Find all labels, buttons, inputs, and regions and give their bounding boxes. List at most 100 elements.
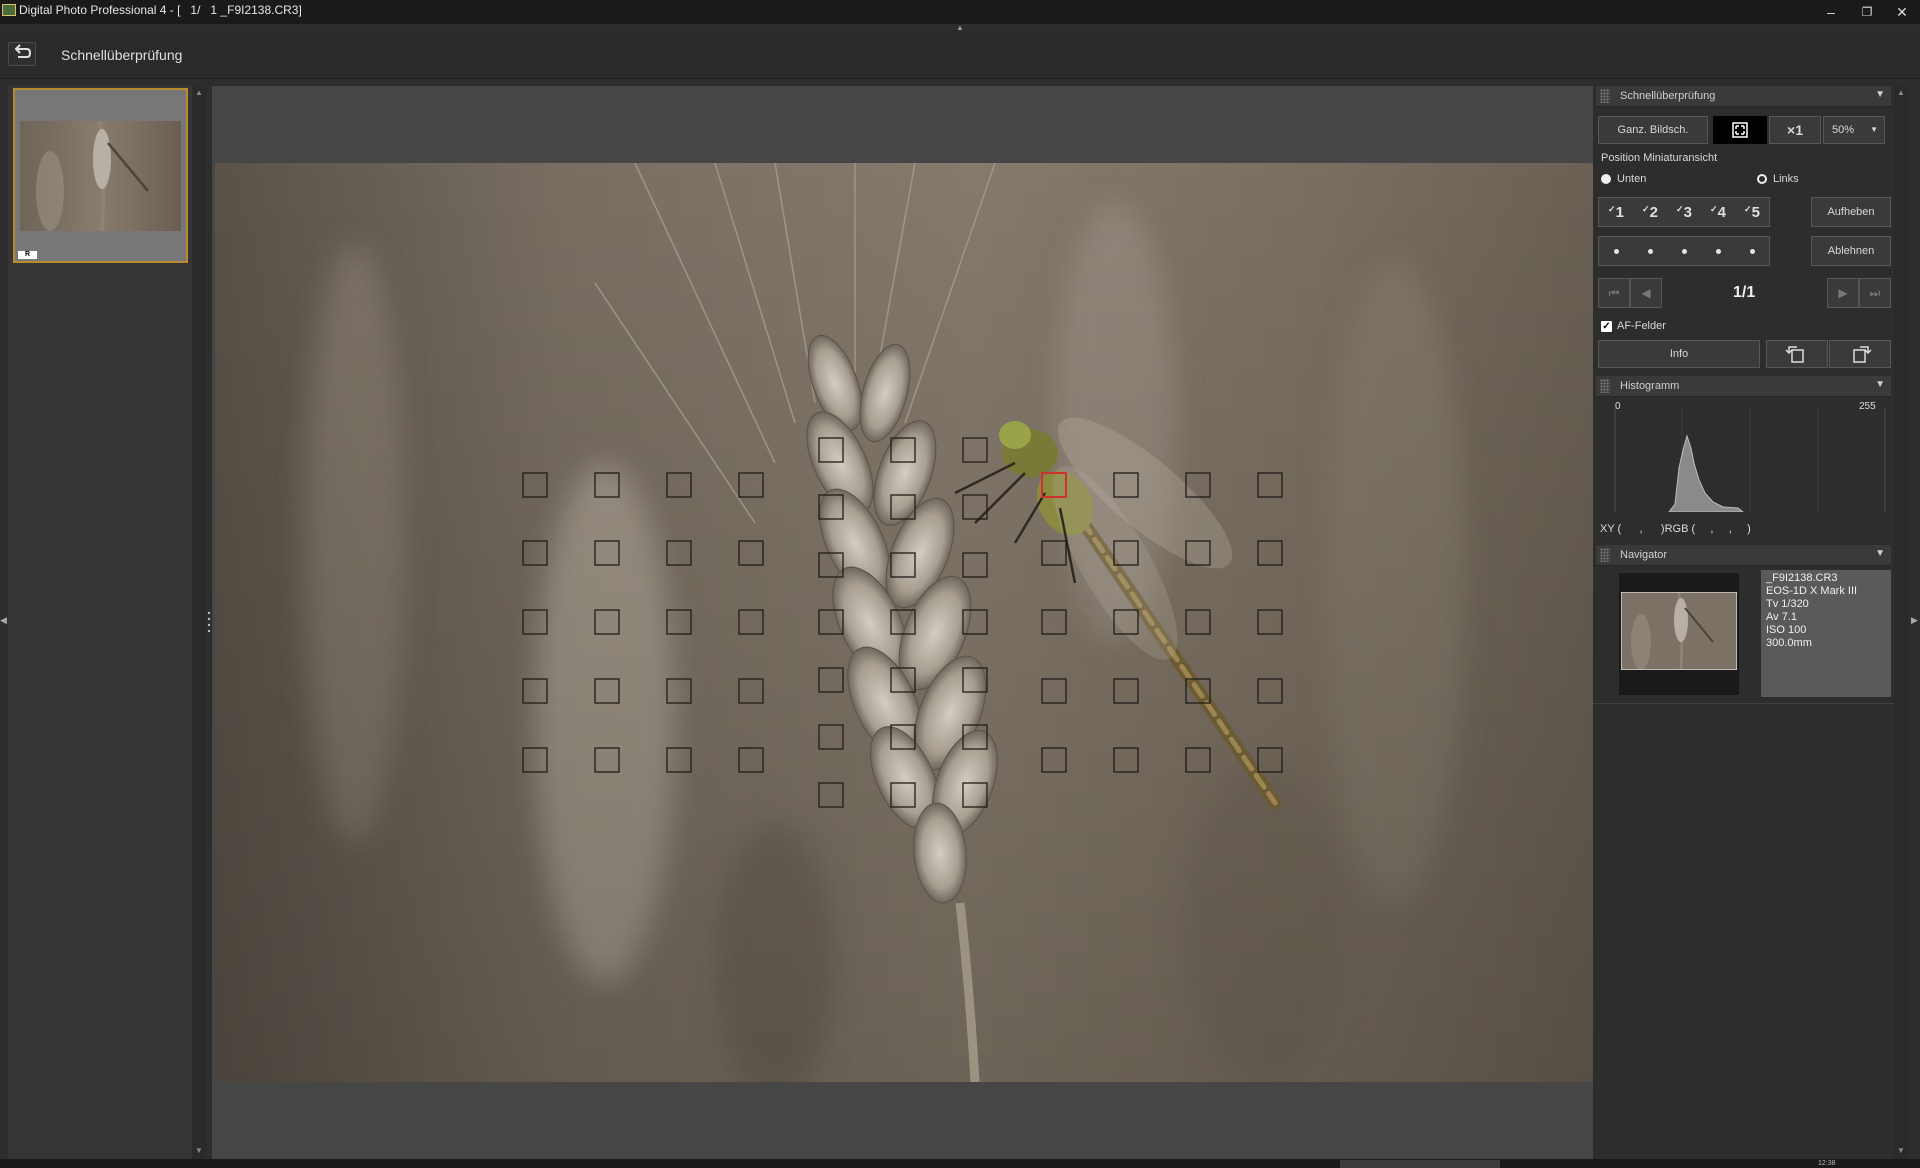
- raw-badge: R: [18, 251, 37, 259]
- mark-dot-1[interactable]: [1613, 248, 1619, 254]
- rotate-right-icon: [1853, 346, 1872, 363]
- histogram-title: Histogramm: [1620, 380, 1680, 392]
- navigator-thumbnail: [1621, 592, 1737, 670]
- drag-grip-icon[interactable]: [1600, 379, 1610, 393]
- image-metadata: _F9I2138.CR3 EOS-1D X Mark III Tv 1/320 …: [1761, 570, 1891, 697]
- rating-label: 2: [1649, 203, 1658, 221]
- undo-arrow-icon: [14, 44, 32, 58]
- meta-filename: _F9I2138.CR3: [1766, 572, 1838, 584]
- meta-camera: EOS-1D X Mark III: [1766, 585, 1858, 597]
- navigator-header[interactable]: Navigator ▼: [1596, 545, 1891, 566]
- panel-divider: [1593, 703, 1894, 704]
- position-bottom-radio[interactable]: [1601, 174, 1611, 184]
- app-icon: [2, 4, 16, 16]
- check-icon: ✓: [1642, 203, 1650, 214]
- toolbar: Schnellüberprüfung: [0, 33, 1920, 79]
- rotate-right-button[interactable]: [1829, 340, 1891, 368]
- restore-button[interactable]: ❐: [1849, 0, 1885, 24]
- check-icon: ✓: [1608, 203, 1616, 214]
- right-panel-scrollbar[interactable]: [1894, 86, 1908, 1159]
- last-image-icon: ⏭: [1869, 286, 1881, 300]
- check-icon: ✓: [1744, 203, 1752, 214]
- thumbnail-image: [20, 121, 181, 231]
- page-indicator: 1/1: [1733, 284, 1756, 301]
- meta-aperture: Av 7.1: [1766, 611, 1797, 623]
- histogram-header[interactable]: Histogramm ▼: [1596, 376, 1891, 397]
- drag-grip-icon[interactable]: [1600, 548, 1610, 562]
- rating-3-button[interactable]: ✓3: [1676, 204, 1692, 221]
- thumbnail-item[interactable]: R: [13, 88, 188, 263]
- title-bar: Digital Photo Professional 4 - [ 1/ 1 _F…: [0, 0, 1920, 24]
- status-bar: [0, 1159, 1920, 1168]
- right-panel-toggle-icon[interactable]: ▶: [1911, 615, 1918, 626]
- navigator-preview[interactable]: [1619, 573, 1739, 695]
- thumbnail-scrollbar[interactable]: [192, 86, 206, 1159]
- check-icon: ✓: [1710, 203, 1718, 214]
- scroll-down-icon[interactable]: ▼: [195, 1146, 203, 1155]
- rating-label: 4: [1717, 203, 1726, 221]
- rating-label: 1: [1615, 203, 1624, 221]
- thumbnail-position-label: Position Miniaturansicht: [1601, 152, 1718, 164]
- fullscreen-button[interactable]: Ganz. Bildsch.: [1598, 116, 1708, 144]
- zoom-1x-button[interactable]: ×1: [1769, 116, 1821, 144]
- mark-group: [1598, 236, 1770, 266]
- mark-dot-3[interactable]: [1681, 248, 1687, 254]
- meta-focal-length: 300.0mm: [1766, 637, 1812, 649]
- histogram-chart: [1614, 408, 1886, 512]
- info-button[interactable]: Info: [1598, 340, 1760, 368]
- position-left-radio[interactable]: [1757, 174, 1767, 184]
- rating-label: 3: [1683, 203, 1692, 221]
- collapse-chevron-icon[interactable]: ▼: [1875, 89, 1885, 100]
- rating-1-button[interactable]: ✓1: [1608, 204, 1624, 221]
- left-panel-toggle-icon[interactable]: ◀: [0, 615, 7, 626]
- close-button[interactable]: ✕: [1884, 0, 1920, 24]
- first-image-button[interactable]: ⏮: [1598, 278, 1630, 308]
- pixel-readout: XY ( , )RGB ( , , ): [1600, 523, 1751, 535]
- prev-image-button[interactable]: ◀: [1630, 278, 1662, 308]
- last-image-button[interactable]: ⏭: [1859, 278, 1891, 308]
- mark-dot-2[interactable]: [1647, 248, 1653, 254]
- zoom-value: 50%: [1832, 124, 1855, 136]
- rating-4-button[interactable]: ✓4: [1710, 204, 1726, 221]
- mark-dot-4[interactable]: [1715, 248, 1721, 254]
- dropdown-arrow-icon: ▼: [1870, 125, 1878, 134]
- af-points-label: AF-Felder: [1617, 320, 1666, 332]
- mark-dot-5[interactable]: [1749, 248, 1755, 254]
- collapse-chevron-icon[interactable]: ▼: [1875, 548, 1885, 559]
- position-left-label: Links: [1773, 173, 1799, 185]
- minimize-button[interactable]: –: [1813, 0, 1849, 24]
- status-segment: [1340, 1160, 1500, 1168]
- window-title: Digital Photo Professional 4 - [ 1/ 1 _F…: [19, 3, 302, 17]
- rotate-left-icon: [1785, 346, 1804, 363]
- rating-2-button[interactable]: ✓2: [1642, 204, 1658, 221]
- rotate-left-button[interactable]: [1766, 340, 1828, 368]
- meta-shutter: Tv 1/320: [1766, 598, 1809, 610]
- scroll-up-icon[interactable]: ▲: [195, 88, 203, 97]
- check-icon: ✓: [1676, 203, 1684, 214]
- navigator-title: Navigator: [1620, 549, 1668, 561]
- fit-screen-button[interactable]: [1713, 116, 1767, 144]
- status-clock: 12:38: [1818, 1160, 1836, 1167]
- splitter-handle[interactable]: [207, 610, 211, 634]
- fit-to-screen-icon: [1732, 122, 1748, 138]
- collapse-toolbar-arrow-icon[interactable]: ▲: [955, 24, 965, 32]
- reject-button[interactable]: Ablehnen: [1811, 236, 1891, 266]
- collapse-chevron-icon[interactable]: ▼: [1875, 379, 1885, 390]
- prev-image-icon: ◀: [1641, 286, 1651, 300]
- toolbar-title: Schnellüberprüfung: [61, 47, 183, 63]
- clear-rating-button[interactable]: Aufheben: [1811, 197, 1891, 227]
- quick-check-header[interactable]: Schnellüberprüfung ▼: [1596, 86, 1891, 107]
- back-button[interactable]: [8, 42, 36, 66]
- af-points-checkbox[interactable]: ✓: [1601, 321, 1612, 332]
- scroll-up-icon[interactable]: ▲: [1897, 88, 1905, 97]
- rating-label: 5: [1751, 203, 1760, 221]
- scroll-down-icon[interactable]: ▼: [1897, 1146, 1905, 1155]
- rating-5-button[interactable]: ✓5: [1744, 204, 1760, 221]
- next-image-button[interactable]: ▶: [1827, 278, 1859, 308]
- first-image-icon: ⏮: [1608, 286, 1620, 300]
- rating-group: ✓1 ✓2 ✓3 ✓4 ✓5: [1598, 197, 1770, 227]
- zoom-dropdown[interactable]: 50% ▼: [1823, 116, 1885, 144]
- main-photo[interactable]: [215, 163, 1593, 1082]
- next-image-icon: ▶: [1838, 286, 1848, 300]
- drag-grip-icon[interactable]: [1600, 89, 1610, 103]
